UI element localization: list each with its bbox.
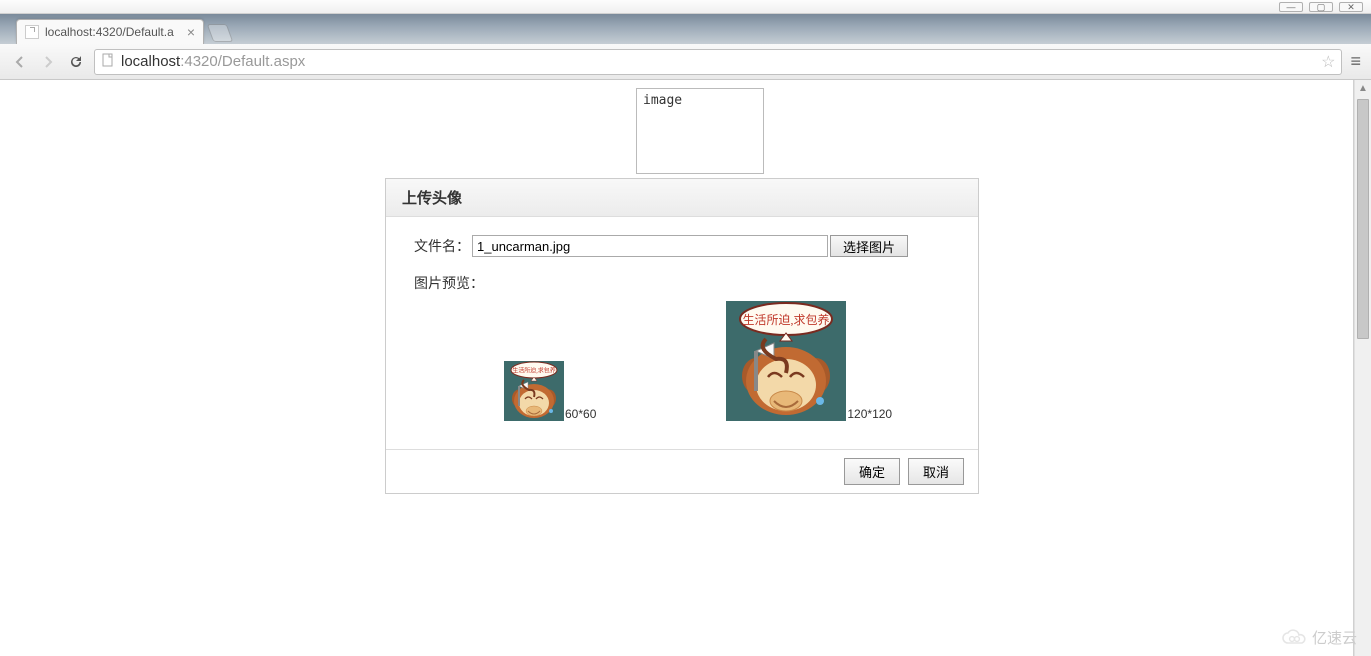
dialog-title: 上传头像	[386, 179, 978, 217]
tab-close-icon[interactable]: ×	[187, 25, 195, 39]
vertical-scrollbar[interactable]: ▲	[1354, 80, 1371, 656]
window-titlebar: — ▢ ✕	[0, 0, 1371, 14]
tab-title: localhost:4320/Default.a	[45, 25, 181, 39]
browser-toolbar: localhost:4320/Default.aspx ☆ ≡	[0, 44, 1371, 80]
preview-size-60-label: 60*60	[565, 407, 596, 421]
preview-size-120-label: 120*120	[847, 407, 892, 421]
scrollbar-thumb[interactable]	[1357, 99, 1369, 339]
chrome-menu-button[interactable]: ≡	[1350, 51, 1361, 72]
window-maximize-button[interactable]: ▢	[1309, 2, 1333, 12]
svg-text:生活所迫,求包养: 生活所迫,求包养	[743, 312, 830, 327]
url-text: localhost:4320/Default.aspx	[121, 53, 305, 70]
upload-avatar-dialog: 上传头像 文件名： 选择图片 图片预览： 生活所迫,求包养	[385, 178, 979, 494]
page-favicon-icon	[25, 25, 39, 39]
window-close-button[interactable]: ✕	[1339, 2, 1363, 12]
filename-label: 文件名：	[414, 236, 470, 256]
reload-button[interactable]	[66, 52, 86, 72]
forward-button[interactable]	[38, 52, 58, 72]
page-viewport: image 上传头像 文件名： 选择图片 图片预览： 生活所迫,求包养	[0, 80, 1354, 656]
preview-image-120: 生活所迫,求包养	[726, 301, 846, 421]
address-bar[interactable]: localhost:4320/Default.aspx ☆	[94, 49, 1342, 75]
cancel-button[interactable]: 取消	[908, 458, 964, 485]
choose-image-button[interactable]: 选择图片	[830, 235, 908, 257]
bookmark-star-icon[interactable]: ☆	[1321, 52, 1335, 72]
preview-label: 图片预览：	[414, 273, 950, 293]
window-minimize-button[interactable]: —	[1279, 2, 1303, 12]
preview-image-60: 生活所迫,求包养	[504, 361, 564, 421]
broken-image-alt-text: image	[643, 93, 682, 108]
back-button[interactable]	[10, 52, 30, 72]
browser-tab-strip: localhost:4320/Default.a ×	[0, 14, 1371, 44]
broken-image-placeholder: image	[636, 88, 764, 174]
page-icon	[101, 53, 115, 71]
filename-input[interactable]	[472, 235, 828, 257]
ok-button[interactable]: 确定	[844, 458, 900, 485]
browser-tab[interactable]: localhost:4320/Default.a ×	[16, 19, 204, 44]
new-tab-button[interactable]	[207, 24, 234, 42]
scroll-up-arrow-icon[interactable]: ▲	[1355, 80, 1371, 97]
